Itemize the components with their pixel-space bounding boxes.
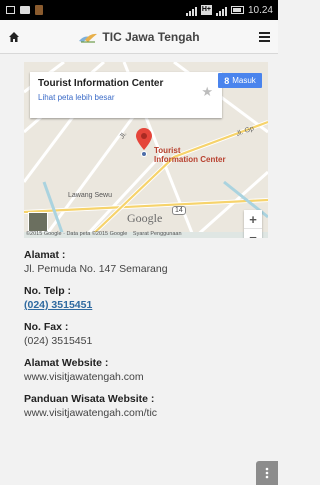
place-info-card[interactable]: Tourist Information Center Lihat peta le… bbox=[30, 72, 222, 118]
poi-label: Tourist Information Center bbox=[154, 146, 226, 164]
terms-link[interactable]: Syarat Penggunaan bbox=[133, 231, 182, 237]
place-label: Lawang Sewu bbox=[68, 192, 112, 199]
message-notification-icon bbox=[20, 6, 30, 14]
signal-icon-2 bbox=[215, 5, 227, 16]
address-field: Alamat : Jl. Pemuda No. 147 Semarang bbox=[24, 249, 268, 275]
place-name: Tourist Information Center bbox=[38, 78, 164, 89]
app-title: TIC Jawa Tengah bbox=[102, 30, 200, 44]
guide-website-value: www.visitjawatengah.com/tic bbox=[24, 407, 158, 419]
menu-icon bbox=[258, 31, 270, 42]
map-attribution: ©2015 Google · Data peta ©2015 Google Sy… bbox=[26, 231, 182, 237]
location-pin-icon[interactable] bbox=[136, 128, 152, 150]
sign-in-label: Masuk bbox=[232, 76, 256, 85]
clock: 10.24 bbox=[247, 4, 273, 16]
fax-value: (024) 3515451 bbox=[24, 335, 93, 347]
gallery-notification-icon bbox=[6, 6, 15, 14]
home-button[interactable] bbox=[0, 20, 28, 54]
fax-field: No. Fax : (024) 3515451 bbox=[24, 321, 268, 347]
route-shield: 14 bbox=[172, 206, 186, 215]
website-value: www.visitjawatengah.com bbox=[24, 371, 144, 383]
view-larger-map-link[interactable]: Lihat peta lebih besar bbox=[38, 93, 214, 102]
signal-icon bbox=[185, 5, 197, 16]
network-type: H+ bbox=[200, 5, 212, 15]
fax-label: No. Fax : bbox=[24, 321, 69, 333]
more-vertical-icon bbox=[265, 467, 269, 479]
zoom-in-button[interactable]: + bbox=[244, 210, 262, 228]
address-label: Alamat : bbox=[24, 249, 66, 261]
menu-button[interactable] bbox=[250, 20, 278, 54]
phone-label: No. Telp : bbox=[24, 285, 72, 297]
overflow-menu-button[interactable] bbox=[256, 461, 278, 485]
app-header: TIC Jawa Tengah bbox=[0, 20, 278, 54]
contact-details: Alamat : Jl. Pemuda No. 147 Semarang No.… bbox=[24, 249, 268, 429]
address-value: Jl. Pemuda No. 147 Semarang bbox=[24, 263, 168, 275]
battery-icon bbox=[230, 6, 244, 14]
map-view[interactable]: Tourist Information Center Lihat peta le… bbox=[24, 62, 268, 238]
phone-field: No. Telp : (024) 3515451 bbox=[24, 285, 268, 311]
home-icon bbox=[9, 31, 19, 42]
poi-dot-icon bbox=[141, 151, 147, 157]
website-label: Alamat Website : bbox=[24, 357, 109, 369]
google-logo: Google bbox=[127, 211, 163, 225]
zoom-control: + − bbox=[244, 210, 262, 238]
zoom-out-button[interactable]: − bbox=[244, 228, 262, 238]
app-notification-icon bbox=[35, 5, 43, 15]
google-plus-icon: 8 bbox=[224, 75, 230, 86]
satellite-toggle[interactable] bbox=[28, 212, 48, 232]
sign-in-button[interactable]: 8 Masuk bbox=[218, 73, 262, 88]
star-icon[interactable]: ★ bbox=[201, 84, 213, 100]
guide-website-field: Panduan Wisata Website : www.visitjawate… bbox=[24, 393, 268, 419]
website-field: Alamat Website : www.visitjawatengah.com bbox=[24, 357, 268, 383]
guide-website-label: Panduan Wisata Website : bbox=[24, 393, 155, 405]
logo-icon bbox=[79, 33, 98, 43]
phone-link[interactable]: (024) 3515451 bbox=[24, 299, 268, 311]
status-bar: H+ 10.24 bbox=[0, 0, 278, 20]
